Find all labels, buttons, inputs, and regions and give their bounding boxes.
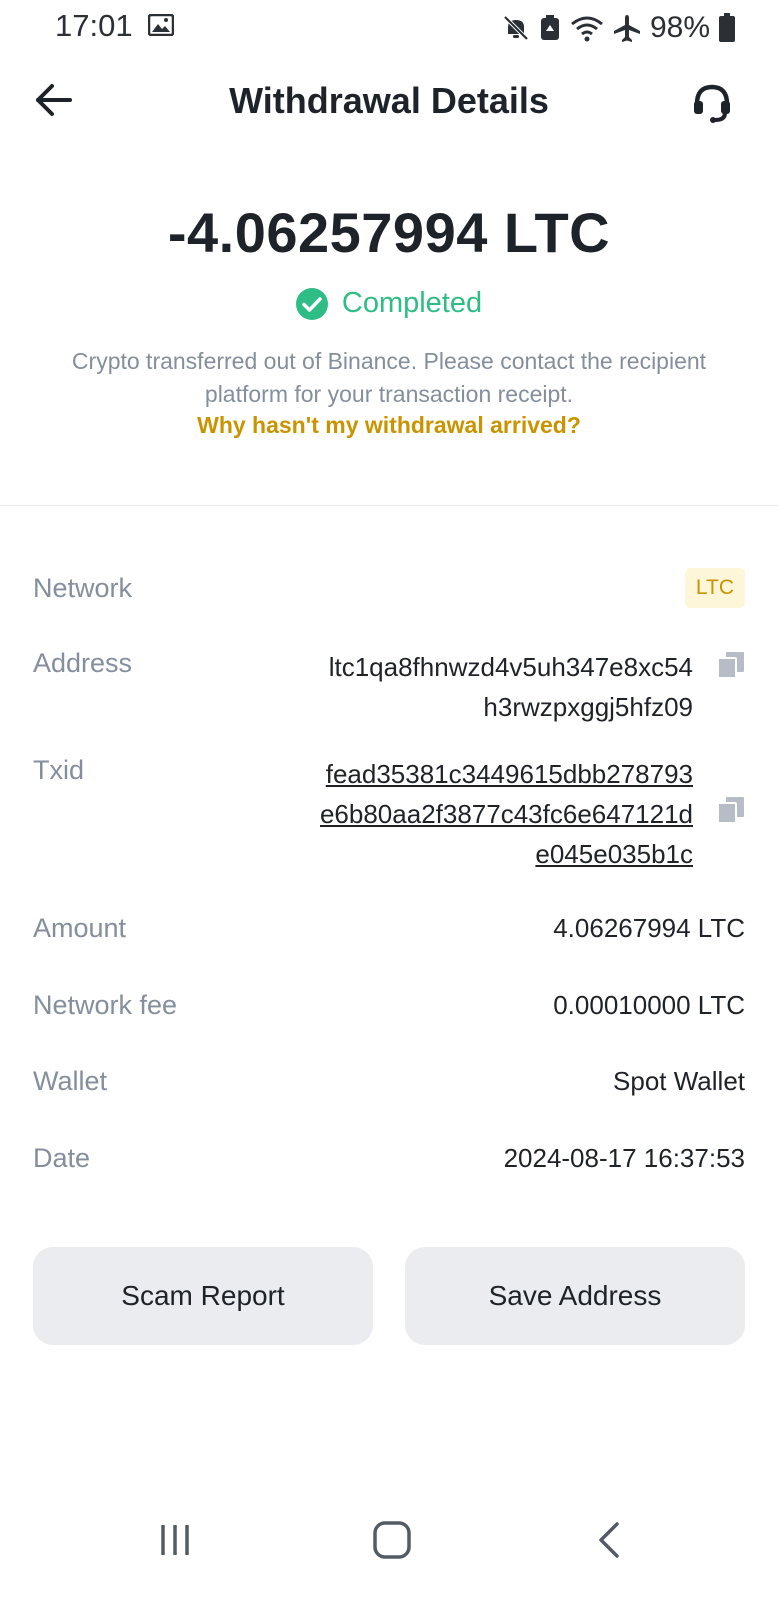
- txid-value[interactable]: fead35381c3449615dbb278793 e6b80aa2f3877…: [320, 754, 693, 874]
- airplane-icon: [613, 15, 640, 42]
- wallet-label: Wallet: [33, 1066, 108, 1096]
- fee-label: Network fee: [33, 990, 178, 1020]
- recycle-icon: [540, 15, 559, 40]
- withdrawal-amount: -4.06257994 LTC: [167, 201, 611, 264]
- battery-icon: [719, 13, 735, 42]
- date-value: 2024-08-17 16:37:53: [503, 1143, 745, 1173]
- home-button[interactable]: [362, 1510, 422, 1570]
- amount-value: 4.06267994 LTC: [553, 913, 745, 943]
- network-badge: LTC: [684, 568, 745, 608]
- network-label: Network: [33, 573, 133, 603]
- gallery-icon: [148, 14, 174, 36]
- copy-address-icon[interactable]: [717, 651, 745, 679]
- status-time: 17:01: [55, 8, 133, 43]
- help-link[interactable]: Why hasn't my withdrawal arrived?: [0, 412, 778, 439]
- address-line: h3rwzpxggj5hfz09: [483, 692, 693, 722]
- recents-icon: [161, 1525, 189, 1555]
- home-icon: [373, 1521, 411, 1559]
- divider: [0, 505, 778, 506]
- page-title: Withdrawal Details: [229, 80, 549, 121]
- headset-icon[interactable]: [688, 78, 736, 126]
- system-nav-bar: [0, 1490, 778, 1600]
- txid-line: fead35381c3449615dbb278793: [325, 759, 693, 789]
- status-icons: 98%: [502, 8, 736, 48]
- save-address-button[interactable]: Save Address: [405, 1247, 745, 1345]
- nav-back-button[interactable]: [580, 1510, 640, 1570]
- address-label: Address: [33, 648, 133, 678]
- header: Withdrawal Details: [0, 64, 778, 140]
- status-description: Crypto transferred out of Binance. Pleas…: [71, 348, 707, 407]
- status-label: Completed: [341, 287, 483, 319]
- amount-label: Amount: [33, 913, 127, 943]
- copy-txid-icon[interactable]: [717, 796, 745, 824]
- recents-button[interactable]: [145, 1510, 205, 1570]
- txid-label: Txid: [33, 755, 85, 785]
- check-circle-icon: [295, 287, 328, 320]
- fee-value: 0.00010000 LTC: [553, 990, 745, 1020]
- txid-line: e045e035b1c: [535, 839, 693, 869]
- address-value: ltc1qa8fhnwzd4v5uh347e8xc54 h3rwzpxggj5h…: [329, 647, 693, 727]
- mute-icon: [503, 15, 529, 41]
- back-icon: [599, 1522, 619, 1558]
- status-row: Completed: [0, 287, 778, 320]
- battery-percent: 98%: [649, 11, 710, 44]
- wallet-value: Spot Wallet: [613, 1066, 745, 1096]
- status-bar: 17:01 98%: [0, 0, 778, 56]
- txid-line: e6b80aa2f3877c43fc6e647121d: [319, 799, 693, 829]
- scam-report-button[interactable]: Scam Report: [33, 1247, 373, 1345]
- address-line: ltc1qa8fhnwzd4v5uh347e8xc54: [328, 652, 693, 682]
- wifi-icon: [571, 16, 603, 42]
- date-label: Date: [33, 1143, 91, 1173]
